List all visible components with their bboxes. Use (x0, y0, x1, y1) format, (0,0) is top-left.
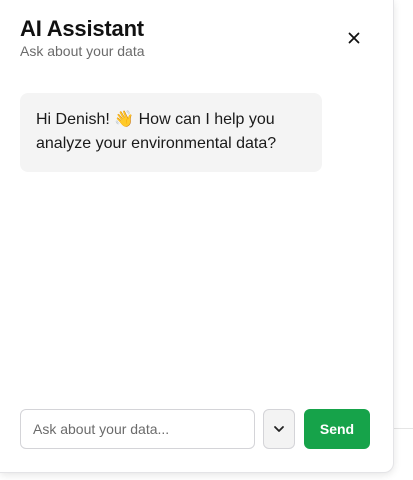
panel-title: AI Assistant (20, 16, 144, 41)
close-icon (348, 32, 360, 44)
message-composer: Send (20, 409, 370, 449)
message-input[interactable] (20, 409, 255, 449)
ai-assistant-panel: AI Assistant Ask about your data Hi Deni… (0, 0, 394, 473)
chevron-down-icon (274, 426, 284, 432)
panel-subtitle: Ask about your data (20, 43, 145, 59)
background-divider (394, 428, 413, 429)
message-list: Hi Denish! 👋 How can I help you analyze … (20, 93, 373, 172)
assistant-message: Hi Denish! 👋 How can I help you analyze … (20, 93, 322, 172)
options-dropdown-button[interactable] (263, 409, 295, 449)
send-button[interactable]: Send (304, 409, 370, 449)
panel-header: AI Assistant Ask about your data (20, 16, 373, 64)
close-button[interactable] (343, 27, 365, 49)
